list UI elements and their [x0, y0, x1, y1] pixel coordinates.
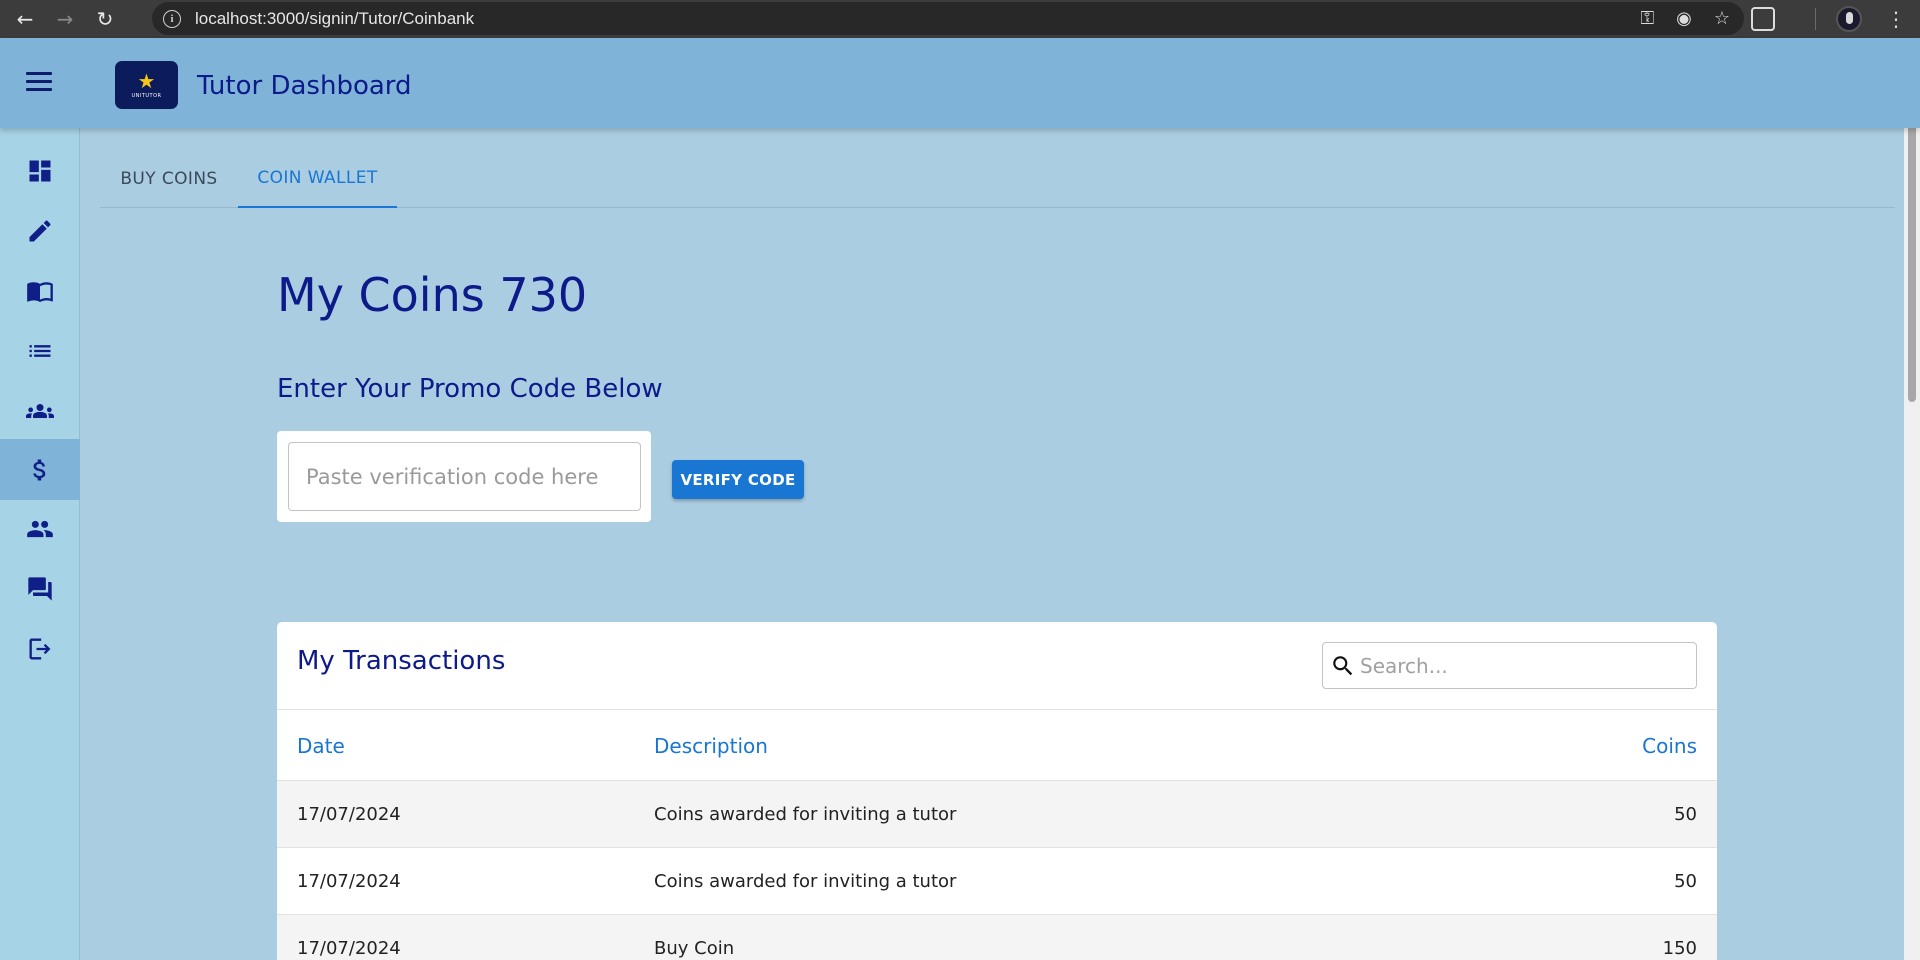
search-input[interactable] [1360, 653, 1680, 678]
reload-icon[interactable]: ↻ [90, 4, 120, 34]
book-icon [27, 282, 53, 303]
page-scrollbar[interactable] [1904, 38, 1920, 960]
star-icon[interactable]: ☆ [1714, 8, 1730, 29]
toolbar-divider [1815, 8, 1816, 30]
dollar-icon [33, 459, 46, 480]
search-icon [1333, 655, 1353, 675]
profile-avatar[interactable] [1836, 6, 1862, 32]
browser-toolbar: ← → ↻ i localhost:3000/signin/Tutor/Coin… [0, 0, 1920, 38]
cell-coins: 50 [1674, 870, 1697, 892]
pencil-icon [29, 220, 51, 242]
table-header: Date Description Coins [277, 709, 1717, 781]
sidebar [0, 128, 80, 960]
column-header-date[interactable]: Date [297, 710, 345, 782]
cell-description: Coins awarded for inviting a tutor [654, 803, 957, 825]
sidebar-item-logout[interactable] [0, 622, 80, 676]
logo-star-icon: ★ [137, 69, 156, 93]
logo-text: UNITUTOR [131, 93, 162, 99]
tab-coin-wallet[interactable]: COIN WALLET [238, 150, 397, 208]
key-icon[interactable]: ⚿ [1640, 8, 1654, 29]
table-row: 17/07/2024 Buy Coin 150 [277, 915, 1717, 960]
tab-bar: BUY COINS COIN WALLET [100, 150, 1895, 208]
list-icon [29, 345, 51, 357]
cell-description: Coins awarded for inviting a tutor [654, 870, 957, 892]
sidebar-item-messages[interactable] [0, 562, 80, 616]
page-title: Tutor Dashboard [197, 71, 412, 101]
column-header-coins[interactable]: Coins [1642, 710, 1697, 782]
cell-date: 17/07/2024 [297, 870, 401, 892]
forum-icon [28, 577, 52, 601]
column-header-description[interactable]: Description [654, 710, 768, 782]
transactions-card: My Transactions Date Description Coins 1… [277, 622, 1717, 960]
address-bar[interactable]: i localhost:3000/signin/Tutor/Coinbank ⚿… [152, 2, 1744, 35]
sidebar-item-list[interactable] [0, 324, 80, 378]
address-url[interactable]: localhost:3000/signin/Tutor/Coinbank [195, 9, 474, 29]
logout-icon [29, 638, 51, 660]
promo-card [277, 431, 651, 522]
sidebar-item-edit[interactable] [0, 204, 80, 258]
promo-heading: Enter Your Promo Code Below [277, 374, 663, 404]
sidebar-item-coinbank[interactable] [0, 439, 80, 500]
sidebar-item-people[interactable] [0, 502, 80, 556]
eye-off-icon[interactable]: ◉ [1676, 8, 1692, 29]
cell-date: 17/07/2024 [297, 803, 401, 825]
app-header: ★ UNITUTOR Tutor Dashboard [0, 38, 1920, 128]
verify-code-button[interactable]: VERIFY CODE [672, 460, 804, 499]
table-row: 17/07/2024 Coins awarded for inviting a … [277, 781, 1717, 848]
cell-coins: 50 [1674, 803, 1697, 825]
groups-icon [26, 404, 54, 418]
cell-coins: 150 [1662, 937, 1697, 959]
sidebar-item-dashboard[interactable] [0, 144, 80, 198]
cell-date: 17/07/2024 [297, 937, 401, 959]
table-row: 17/07/2024 Coins awarded for inviting a … [277, 848, 1717, 915]
back-icon[interactable]: ← [10, 4, 40, 34]
forward-icon[interactable]: → [50, 4, 80, 34]
people-icon [27, 520, 53, 538]
site-info-icon[interactable]: i [163, 9, 181, 28]
app-logo: ★ UNITUTOR [115, 61, 178, 109]
coins-balance-heading: My Coins 730 [277, 268, 588, 322]
dashboard-icon [29, 160, 51, 182]
cell-description: Buy Coin [654, 937, 735, 959]
tab-buy-coins[interactable]: BUY COINS [100, 150, 238, 208]
search-box[interactable] [1322, 642, 1697, 689]
menu-icon[interactable] [26, 72, 52, 92]
sidebar-item-groups[interactable] [0, 384, 80, 438]
browser-menu-icon[interactable]: ⋮ [1886, 7, 1906, 31]
transactions-title: My Transactions [297, 646, 506, 676]
extensions-icon[interactable] [1751, 7, 1775, 31]
sidebar-item-courses[interactable] [0, 264, 80, 318]
promo-code-input[interactable] [288, 442, 641, 511]
